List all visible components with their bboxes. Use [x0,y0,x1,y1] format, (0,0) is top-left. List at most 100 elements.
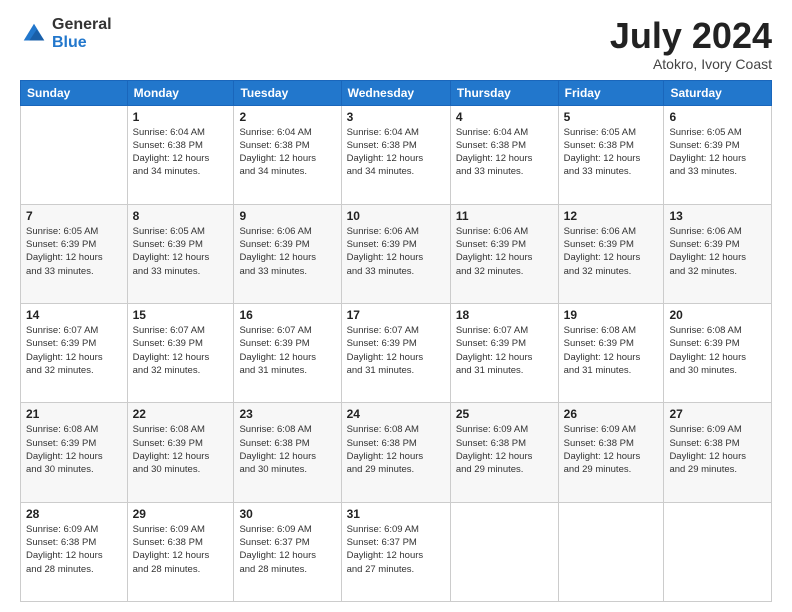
day-info: Sunrise: 6:09 AM Sunset: 6:37 PM Dayligh… [347,523,445,576]
calendar-table: Sunday Monday Tuesday Wednesday Thursday… [20,80,772,602]
table-row: 7Sunrise: 6:05 AM Sunset: 6:39 PM Daylig… [21,204,128,303]
table-row: 13 Sunrise: 6:06 AM Sunset: 6:39 PM Dayli… [664,204,772,303]
day-info: Sunrise: 6:05 AM Sunset: 6:39 PM Dayligh… [133,225,229,278]
day-info: Sunrise: 6:07 AM Sunset: 6:39 PM Dayligh… [239,324,335,377]
table-row: 10Sunrise: 6:06 AM Sunset: 6:39 PM Dayli… [341,204,450,303]
day-number: 5 [564,110,659,124]
table-row: 27 Sunrise: 6:09 AM Sunset: 6:38 PM Dayli… [664,403,772,502]
table-row: 31 Sunrise: 6:09 AM Sunset: 6:37 PM Dayli… [341,502,450,601]
day-number: 29 [133,507,229,521]
day-info: Sunrise: 6:06 AM Sunset: 6:39 PM Dayligh… [239,225,335,278]
day-info: Sunrise: 6:05 AM Sunset: 6:39 PM Dayligh… [669,126,766,179]
table-row: 9 Sunrise: 6:06 AM Sunset: 6:39 PM Daylig… [234,204,341,303]
table-row: 23 Sunrise: 6:08 AM Sunset: 6:38 PM Dayli… [234,403,341,502]
col-friday: Friday [558,80,664,105]
table-row: 8Sunrise: 6:05 AM Sunset: 6:39 PM Daylig… [127,204,234,303]
calendar-week-row: 1 Sunrise: 6:04 AM Sunset: 6:38 PM Daylig… [21,105,772,204]
day-info: Sunrise: 6:06 AM Sunset: 6:39 PM Dayligh… [456,225,553,278]
day-info: Sunrise: 6:04 AM Sunset: 6:38 PM Dayligh… [347,126,445,179]
logo-general: General [52,16,112,34]
table-row: 29 Sunrise: 6:09 AM Sunset: 6:38 PM Dayli… [127,502,234,601]
table-row: 26 Sunrise: 6:09 AM Sunset: 6:38 PM Dayli… [558,403,664,502]
day-info: Sunrise: 6:04 AM Sunset: 6:38 PM Dayligh… [456,126,553,179]
day-number: 2 [239,110,335,124]
col-wednesday: Wednesday [341,80,450,105]
day-number: 13 [669,209,766,223]
header: General Blue July 2024 Atokro, Ivory Coa… [20,16,772,72]
col-tuesday: Tuesday [234,80,341,105]
day-info: Sunrise: 6:08 AM Sunset: 6:38 PM Dayligh… [239,423,335,476]
calendar-header-row: Sunday Monday Tuesday Wednesday Thursday… [21,80,772,105]
calendar-week-row: 7 Sunrise: 6:05 AM Sunset: 6:39 PM Daylig… [21,204,772,303]
day-number: 12 [564,209,659,223]
col-sunday: Sunday [21,80,128,105]
title-month: July 2024 [610,16,772,56]
day-number: 20 [669,308,766,322]
day-number: 7 [26,209,122,223]
calendar-week-row: 14 Sunrise: 6:07 AM Sunset: 6:39 PM Dayli… [21,304,772,403]
table-row: 25 Sunrise: 6:09 AM Sunset: 6:38 PM Dayli… [450,403,558,502]
table-row [664,502,772,601]
table-row: 22 Sunrise: 6:08 AM Sunset: 6:39 PM Dayli… [127,403,234,502]
col-thursday: Thursday [450,80,558,105]
day-info: Sunrise: 6:09 AM Sunset: 6:38 PM Dayligh… [133,523,229,576]
table-row: 19 Sunrise: 6:08 AM Sunset: 6:39 PM Dayli… [558,304,664,403]
day-info: Sunrise: 6:06 AM Sunset: 6:39 PM Dayligh… [347,225,445,278]
day-number: 1 [133,110,229,124]
day-number: 23 [239,407,335,421]
day-info: Sunrise: 6:06 AM Sunset: 6:39 PM Dayligh… [669,225,766,278]
logo-blue: Blue [52,34,112,52]
day-info: Sunrise: 6:07 AM Sunset: 6:39 PM Dayligh… [133,324,229,377]
day-info: Sunrise: 6:07 AM Sunset: 6:39 PM Dayligh… [26,324,122,377]
day-info: Sunrise: 6:09 AM Sunset: 6:38 PM Dayligh… [564,423,659,476]
col-saturday: Saturday [664,80,772,105]
table-row: 15 Sunrise: 6:07 AM Sunset: 6:39 PM Dayli… [127,304,234,403]
day-number: 11 [456,209,553,223]
logo-icon [20,20,48,48]
table-row [558,502,664,601]
day-info: Sunrise: 6:08 AM Sunset: 6:39 PM Dayligh… [133,423,229,476]
table-row: 5 Sunrise: 6:05 AM Sunset: 6:38 PM Daylig… [558,105,664,204]
page: General Blue July 2024 Atokro, Ivory Coa… [0,0,792,612]
day-number: 15 [133,308,229,322]
col-monday: Monday [127,80,234,105]
calendar-week-row: 28Sunrise: 6:09 AM Sunset: 6:38 PM Dayli… [21,502,772,601]
day-number: 27 [669,407,766,421]
title-block: July 2024 Atokro, Ivory Coast [610,16,772,72]
day-info: Sunrise: 6:06 AM Sunset: 6:39 PM Dayligh… [564,225,659,278]
table-row: 28Sunrise: 6:09 AM Sunset: 6:38 PM Dayli… [21,502,128,601]
table-row: 12 Sunrise: 6:06 AM Sunset: 6:39 PM Dayli… [558,204,664,303]
day-info: Sunrise: 6:09 AM Sunset: 6:38 PM Dayligh… [669,423,766,476]
day-info: Sunrise: 6:09 AM Sunset: 6:38 PM Dayligh… [456,423,553,476]
day-number: 25 [456,407,553,421]
day-info: Sunrise: 6:09 AM Sunset: 6:38 PM Dayligh… [26,523,122,576]
table-row: 21Sunrise: 6:08 AM Sunset: 6:39 PM Dayli… [21,403,128,502]
day-number: 14 [26,308,122,322]
table-row: 17 Sunrise: 6:07 AM Sunset: 6:39 PM Dayli… [341,304,450,403]
day-number: 31 [347,507,445,521]
day-info: Sunrise: 6:09 AM Sunset: 6:37 PM Dayligh… [239,523,335,576]
day-info: Sunrise: 6:05 AM Sunset: 6:38 PM Dayligh… [564,126,659,179]
day-number: 4 [456,110,553,124]
day-number: 17 [347,308,445,322]
day-number: 6 [669,110,766,124]
day-info: Sunrise: 6:08 AM Sunset: 6:39 PM Dayligh… [564,324,659,377]
day-number: 3 [347,110,445,124]
day-number: 22 [133,407,229,421]
day-info: Sunrise: 6:07 AM Sunset: 6:39 PM Dayligh… [347,324,445,377]
table-row: 30Sunrise: 6:09 AM Sunset: 6:37 PM Dayli… [234,502,341,601]
table-row: 14 Sunrise: 6:07 AM Sunset: 6:39 PM Dayli… [21,304,128,403]
day-info: Sunrise: 6:04 AM Sunset: 6:38 PM Dayligh… [239,126,335,179]
day-number: 26 [564,407,659,421]
day-number: 24 [347,407,445,421]
table-row: 3 Sunrise: 6:04 AM Sunset: 6:38 PM Daylig… [341,105,450,204]
day-number: 16 [239,308,335,322]
table-row [450,502,558,601]
table-row: 2 Sunrise: 6:04 AM Sunset: 6:38 PM Daylig… [234,105,341,204]
table-row: 4 Sunrise: 6:04 AM Sunset: 6:38 PM Daylig… [450,105,558,204]
day-info: Sunrise: 6:08 AM Sunset: 6:39 PM Dayligh… [669,324,766,377]
day-number: 19 [564,308,659,322]
day-number: 9 [239,209,335,223]
day-info: Sunrise: 6:04 AM Sunset: 6:38 PM Dayligh… [133,126,229,179]
table-row [21,105,128,204]
